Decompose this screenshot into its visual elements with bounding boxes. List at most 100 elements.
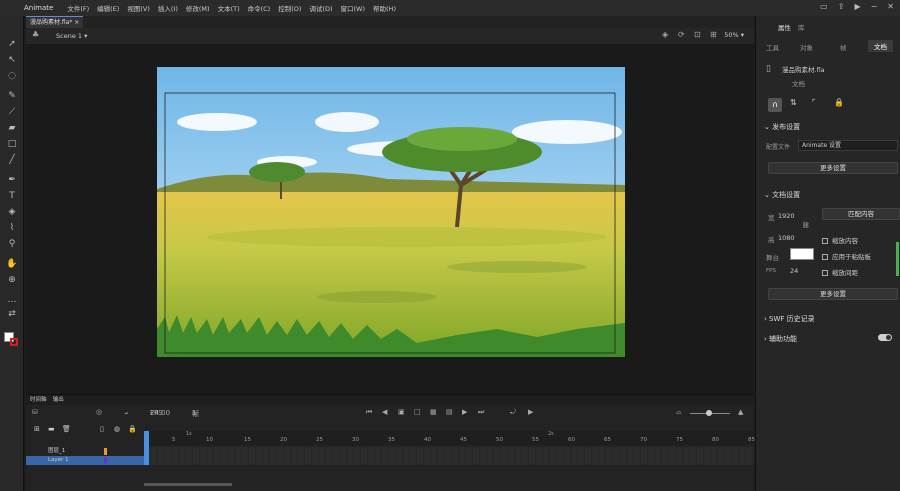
zoom-out-timeline-icon[interactable]: ⌓ bbox=[676, 408, 682, 417]
menu-insert[interactable]: 插入(I) bbox=[154, 3, 182, 13]
height-value[interactable]: 1080 bbox=[778, 234, 795, 242]
tab-tool[interactable]: 工具 bbox=[766, 42, 779, 52]
playhead[interactable] bbox=[144, 431, 149, 465]
layer-row-selected[interactable]: Layer 1 bbox=[26, 456, 144, 465]
prev-frame-icon[interactable]: ◀ bbox=[382, 408, 387, 416]
match-content-button[interactable]: 匹配内容 bbox=[822, 208, 900, 220]
hand-tool-icon[interactable]: ✋ bbox=[5, 258, 19, 271]
tab-frame[interactable]: 帧 bbox=[840, 42, 847, 52]
workspace-icon[interactable]: ▭ bbox=[820, 2, 828, 11]
first-frame-icon[interactable]: ⏮ bbox=[366, 408, 372, 417]
loop-icon[interactable]: ⤾ bbox=[510, 408, 516, 417]
align-icon[interactable]: ⇅ bbox=[790, 98, 797, 107]
close-icon[interactable]: ✕ bbox=[887, 2, 894, 11]
lasso-tool-icon[interactable]: ◌ bbox=[5, 70, 19, 83]
center-stage-icon[interactable]: ◈ bbox=[662, 30, 668, 39]
rotate-icon[interactable]: ⟳ bbox=[678, 30, 685, 39]
blank-keyframe-icon[interactable]: □ bbox=[414, 408, 421, 416]
onion-skin-icon[interactable]: ◎ bbox=[96, 408, 102, 416]
check-apply-pasteboard[interactable]: 应用于粘贴板 bbox=[822, 251, 871, 261]
insert-frame-icon[interactable]: ▦ bbox=[430, 408, 437, 416]
minimize-icon[interactable]: − bbox=[871, 2, 878, 11]
tab-output[interactable]: 输出 bbox=[53, 397, 64, 403]
menu-commands[interactable]: 命令(C) bbox=[244, 3, 275, 13]
scene-selector[interactable]: Scene 1 ▾ bbox=[56, 32, 87, 40]
document-tab[interactable]: 漫品购素材.fla* × bbox=[26, 16, 84, 28]
check-scale-spacing[interactable]: 缩放间距 bbox=[822, 267, 858, 277]
layer-depth-icon[interactable]: ⛁ bbox=[32, 408, 38, 416]
lock-panel-icon[interactable]: 🔒 bbox=[834, 98, 844, 107]
width-value[interactable]: 1920 bbox=[778, 212, 795, 220]
line-tool-icon[interactable]: ╱ bbox=[5, 154, 19, 167]
more-tools-icon[interactable]: … bbox=[5, 294, 19, 307]
next-frame-icon[interactable]: ▶ bbox=[462, 408, 467, 416]
doc-settings-header[interactable]: ⌄ 文档设置 bbox=[764, 190, 800, 200]
layer-list: 图层_1 Layer 1 bbox=[26, 431, 144, 491]
fit-icon[interactable]: ⊞ bbox=[710, 30, 717, 39]
paint-brush-icon[interactable]: ⟋ bbox=[5, 106, 19, 119]
paint-bucket-icon[interactable]: ◈ bbox=[5, 206, 19, 219]
eraser-tool-icon[interactable]: ▰ bbox=[5, 122, 19, 135]
swf-history-header[interactable]: › SWF 历史记录 bbox=[764, 314, 815, 324]
pin-tool-icon[interactable]: ⚲ bbox=[5, 238, 19, 251]
fps-field[interactable]: 24 bbox=[790, 267, 798, 275]
keyframe-icon[interactable]: ▣ bbox=[398, 408, 405, 416]
clip-icon[interactable]: ⊡ bbox=[694, 30, 701, 39]
menu-control[interactable]: 控制(O) bbox=[274, 3, 305, 13]
last-frame-icon[interactable]: ⏭ bbox=[478, 408, 484, 417]
tab-timeline[interactable]: 时间轴 bbox=[30, 397, 47, 403]
menu-file[interactable]: 文件(F) bbox=[63, 3, 93, 13]
brush-tool-icon[interactable]: ✎ bbox=[5, 90, 19, 103]
stroke-color-swatch[interactable] bbox=[10, 338, 18, 346]
share-icon[interactable]: ⇪ bbox=[838, 2, 845, 11]
close-tab-icon[interactable]: × bbox=[74, 19, 79, 26]
stage-canvas[interactable] bbox=[157, 67, 625, 357]
zoom-tool-icon[interactable]: ⊕ bbox=[5, 274, 19, 287]
document-tabs: 漫品购素材.fla* × bbox=[26, 16, 754, 28]
magnet-icon[interactable]: ∩ bbox=[768, 98, 782, 112]
eyedropper-icon[interactable]: ⌇ bbox=[5, 222, 19, 235]
subselection-tool-icon[interactable]: ↖ bbox=[5, 54, 19, 67]
publish-more-settings-button[interactable]: 更多设置 bbox=[768, 162, 898, 174]
tab-properties[interactable]: 属性 bbox=[778, 22, 791, 32]
frame-cells[interactable] bbox=[144, 447, 754, 465]
zoom-select[interactable]: 50% ▾ bbox=[724, 31, 744, 39]
menu-edit[interactable]: 编辑(E) bbox=[93, 3, 123, 13]
zoom-in-timeline-icon[interactable]: ▲ bbox=[738, 408, 743, 416]
play-timeline-icon[interactable]: ▶ bbox=[528, 408, 533, 416]
profile-field[interactable]: Animate 设置 bbox=[798, 140, 898, 151]
play-icon[interactable]: ▶ bbox=[854, 2, 860, 11]
text-tool-icon[interactable]: T bbox=[5, 190, 19, 203]
timeline-scrollbar[interactable] bbox=[144, 483, 232, 486]
tab-document[interactable]: 文档 bbox=[868, 40, 893, 52]
layer-row[interactable]: 图层_1 bbox=[26, 447, 144, 456]
accessibility-toggle[interactable] bbox=[878, 334, 892, 341]
stage-color-swatch[interactable] bbox=[790, 248, 814, 260]
menu-help[interactable]: 帮助(H) bbox=[369, 3, 400, 13]
publish-section-header[interactable]: ⌄ 发布设置 bbox=[764, 122, 800, 132]
frame-grid[interactable]: 1s 5 10 15 20 25 30 35 40 45 50 55 60 65… bbox=[144, 431, 755, 491]
swap-colors-icon[interactable]: ⇄ bbox=[5, 308, 19, 321]
corner-icon[interactable]: ⌜ bbox=[812, 98, 816, 107]
frame-ruler[interactable] bbox=[144, 431, 754, 445]
graph-icon[interactable]: ⦟ bbox=[124, 408, 128, 417]
doc-more-settings-button[interactable]: 更多设置 bbox=[768, 288, 898, 300]
layer-color-marker bbox=[104, 448, 107, 455]
menu-text[interactable]: 文本(T) bbox=[214, 3, 244, 13]
ruler-label: 15 bbox=[244, 437, 251, 443]
width-label: 宽 bbox=[768, 214, 775, 222]
menu-window[interactable]: 窗口(W) bbox=[337, 3, 370, 13]
tab-object[interactable]: 对象 bbox=[800, 42, 813, 52]
menu-modify[interactable]: 修改(M) bbox=[182, 3, 214, 13]
tween-icon[interactable]: ▤ bbox=[446, 408, 453, 416]
accessibility-header[interactable]: › 辅助功能 bbox=[764, 334, 797, 344]
check-scale-content[interactable]: 缩放内容 bbox=[822, 235, 858, 245]
tab-library[interactable]: 库 bbox=[798, 22, 805, 32]
menu-view[interactable]: 视图(V) bbox=[123, 3, 154, 13]
pen-tool-icon[interactable]: ✒ bbox=[5, 174, 19, 187]
rectangle-tool-icon[interactable]: □ bbox=[5, 138, 19, 151]
zoom-slider-thumb[interactable] bbox=[706, 410, 712, 416]
link-dimensions-icon[interactable]: ⛓ bbox=[802, 222, 810, 229]
selection-tool-icon[interactable]: ➚ bbox=[5, 38, 19, 51]
menu-debug[interactable]: 调试(D) bbox=[305, 3, 336, 13]
